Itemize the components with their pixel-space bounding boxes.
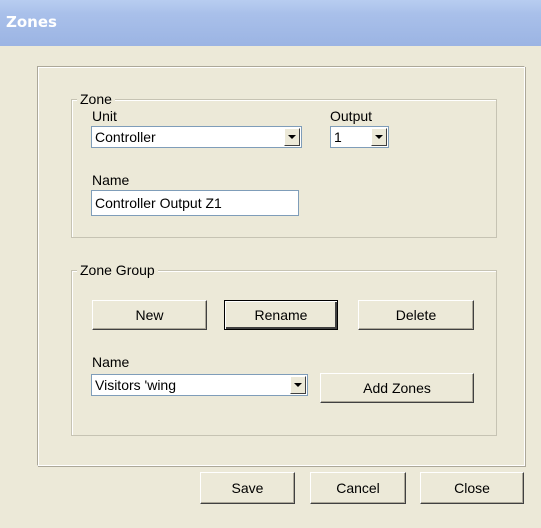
save-button[interactable]: Save [200,472,295,504]
output-label: Output [330,108,373,124]
output-dropdown-arrow-icon[interactable] [371,128,387,146]
zone-name-label: Name [92,172,130,188]
zone-name-input[interactable]: Controller Output Z1 [91,190,299,216]
unit-select-value: Controller [95,129,156,145]
group-name-select[interactable]: Visitors 'wing [91,374,308,396]
add-zones-button[interactable]: Add Zones [320,373,474,403]
zone-groupbox-legend: Zone [77,91,115,107]
cancel-button[interactable]: Cancel [310,472,406,504]
output-select-value: 1 [334,129,342,145]
output-select[interactable]: 1 [330,126,389,148]
zone-group-groupbox [71,270,497,436]
zone-groupbox [71,99,497,238]
group-name-select-value: Visitors 'wing [95,377,176,393]
dialog-client-area: Zone Unit Controller Output 1 Name Contr… [0,46,541,528]
unit-select[interactable]: Controller [91,126,302,148]
unit-dropdown-arrow-icon[interactable] [284,128,300,146]
close-button[interactable]: Close [420,472,524,504]
group-name-label: Name [92,354,130,370]
zone-group-groupbox-legend: Zone Group [77,262,158,278]
title-bar[interactable]: Zones [0,0,541,46]
unit-label: Unit [92,108,117,124]
zone-name-value: Controller Output Z1 [95,195,222,211]
window-title: Zones [6,13,57,31]
zones-dialog: Zones Zone Unit Controller Output 1 Name… [0,0,541,528]
new-group-button[interactable]: New [92,300,207,330]
rename-group-button[interactable]: Rename [224,300,338,330]
group-name-dropdown-arrow-icon[interactable] [290,376,306,394]
delete-group-button[interactable]: Delete [358,300,474,330]
